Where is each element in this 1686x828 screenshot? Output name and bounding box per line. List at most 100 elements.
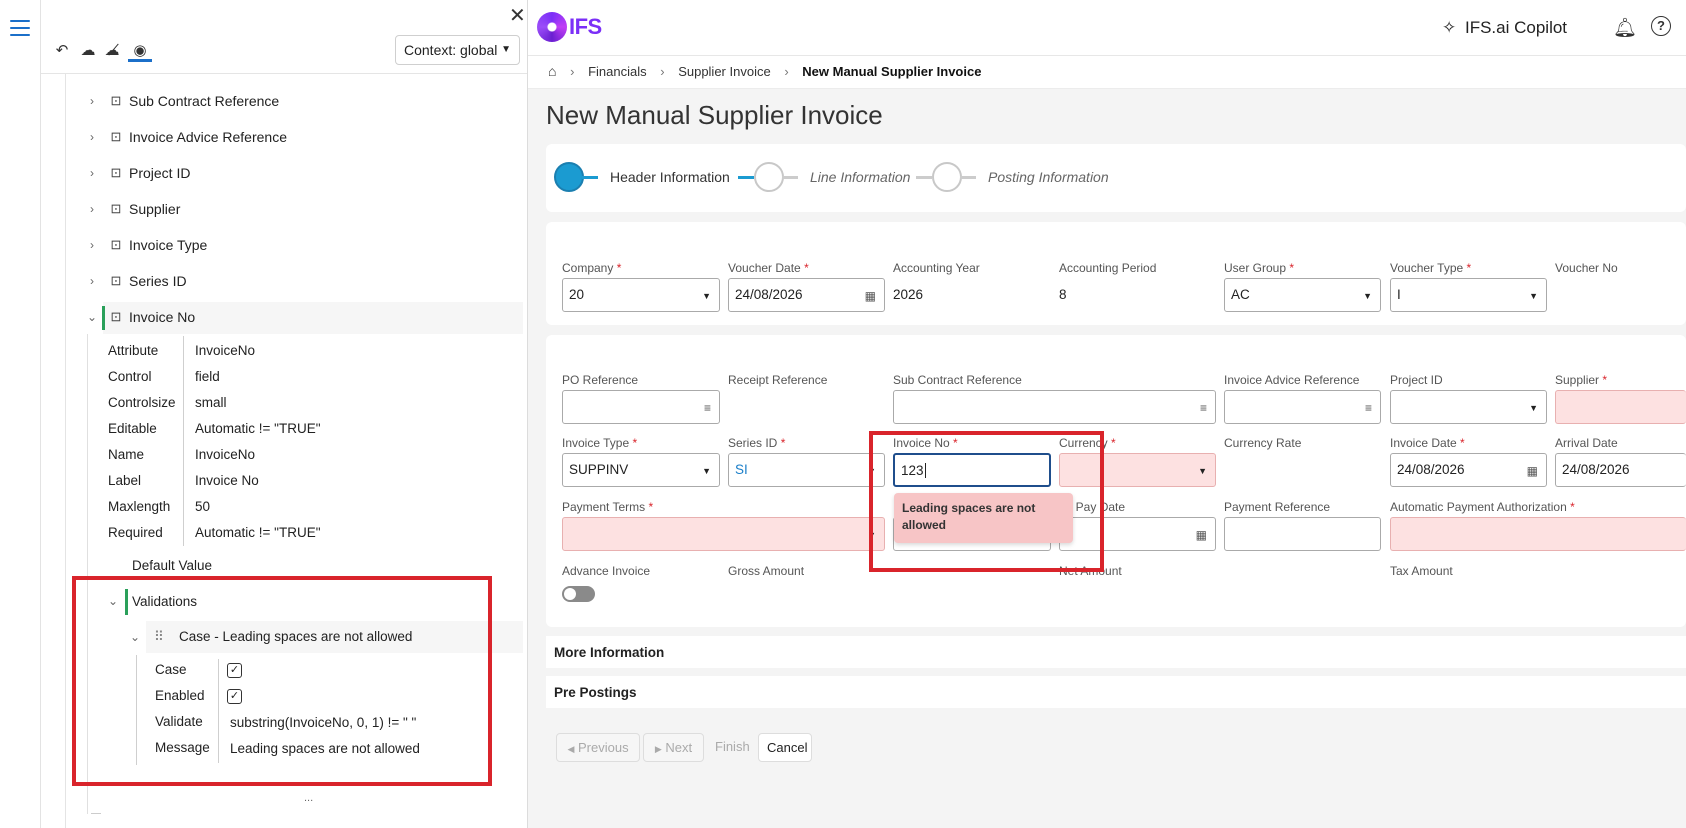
prop-key: Name [108,447,145,462]
step-label[interactable]: Posting Information [988,169,1109,185]
previous-button[interactable]: ◀ Previous [556,733,640,762]
finish-button[interactable]: Finish [707,733,755,762]
cancel-button[interactable]: Cancel [758,733,812,762]
chevron-right-icon: › [90,166,94,180]
field-label: Accounting Period [1059,261,1157,275]
chevron-down-icon: ▼ [1198,466,1207,476]
tree-node[interactable]: › ⊡ Invoice Advice Reference [81,120,287,154]
ifs-logo[interactable]: IFS [537,12,602,42]
invoice-advice-field[interactable]: ≡ [1224,390,1381,424]
project-id-field[interactable]: ▼ [1390,390,1547,424]
advance-invoice-toggle[interactable] [562,586,595,602]
sub-contract-field[interactable]: ≡ [893,390,1216,424]
undo-icon[interactable]: ↶ [51,40,73,62]
field-icon: ⊡ [110,309,122,324]
step-dot[interactable] [754,162,784,192]
next-button[interactable]: ▶ Next [643,733,704,762]
home-icon[interactable]: ⌂ [548,63,556,79]
field-label: Sub Contract Reference [893,373,1022,387]
list-icon[interactable]: ≡ [1365,401,1372,415]
field-value: AC [1231,287,1250,302]
calendar-icon[interactable]: ▦ [1527,464,1538,478]
tree-node[interactable]: › ⊡ Supplier [81,192,180,226]
chevron-down-icon: ▼ [1529,403,1538,413]
step-label[interactable]: Header Information [610,169,730,185]
po-reference-field[interactable]: ≡ [562,390,720,424]
tree-node[interactable]: › ⊡ Series ID [81,264,187,298]
default-value-node[interactable]: Default Value [132,558,212,573]
voucher-type-field[interactable]: I ▼ [1390,278,1547,312]
payment-reference-field[interactable] [1224,517,1381,551]
triangle-right-icon: ▶ [654,744,662,754]
user-group-field[interactable]: AC ▼ [1224,278,1381,312]
prop-value: small [195,395,227,410]
breadcrumb-item[interactable]: Financials [588,64,647,79]
step-dot[interactable] [932,162,962,192]
page-title: New Manual Supplier Invoice [546,100,883,130]
calendar-icon[interactable]: ▦ [1196,528,1207,542]
sparkle-icon: ✧ [1442,18,1457,37]
breadcrumb: ⌂ › Financials › Supplier Invoice › New … [528,56,1686,89]
field-label: Payment Terms * [562,500,654,514]
invoice-type-field[interactable]: SUPPINV ▼ [562,453,720,487]
arrival-date-field[interactable]: 24/08/2026 [1555,453,1686,487]
field-label: Voucher Date * [728,261,809,275]
help-icon[interactable]: ? [1651,16,1671,36]
field-label: Invoice Date * [1390,436,1465,450]
tree-node[interactable]: › ⊡ Invoice Type [81,228,207,262]
step-label[interactable]: Line Information [810,169,910,185]
copilot-button[interactable]: ✧ IFS.ai Copilot [1442,18,1567,38]
field-label: Supplier * [1555,373,1608,387]
field-label: Gross Amount [728,564,805,578]
prop-key: Label [108,473,142,488]
pre-postings-section[interactable]: Pre Postings [546,676,1686,708]
ifs-logo-icon [537,12,567,42]
field-label: Accounting Year [893,261,980,275]
cloud-off-icon[interactable]: ☁̸ [101,40,123,62]
list-icon[interactable]: ≡ [704,401,711,415]
prop-key: Editable [108,421,157,436]
highlight-invoice-no-box [869,431,1104,572]
more-ellipsis[interactable]: ... [304,792,313,804]
breadcrumb-separator: › [784,64,789,79]
step-line [916,176,932,179]
field-value: 20 [569,287,585,302]
field-value: 24/08/2026 [735,287,803,302]
bell-icon[interactable]: 🔔︎ [1613,16,1637,40]
series-id-field[interactable]: SI ▼ [728,453,885,487]
prop-value: InvoiceNo [195,447,256,462]
tree-node[interactable]: › ⊡ Project ID [81,156,190,190]
field-icon: ⊡ [110,237,122,252]
invoice-date-field[interactable]: 24/08/2026 ▦ [1390,453,1547,487]
step-current-dot[interactable] [554,162,584,192]
prop-key: Controlsize [108,395,176,410]
list-icon[interactable]: ≡ [1200,401,1207,415]
step-line [738,176,754,179]
close-icon[interactable]: ✕ [509,6,526,26]
tree-node-label: Invoice Advice Reference [129,129,287,145]
menu-icon[interactable] [10,20,30,36]
tree-node-selected[interactable]: ⌄ ⊡ Invoice No [81,300,195,334]
calendar-icon[interactable]: ▦ [865,289,876,303]
breadcrumb-item[interactable]: Supplier Invoice [678,64,771,79]
cloud-publish-icon[interactable]: ☁ [77,40,99,62]
field-label: Arrival Date [1555,436,1618,450]
step-line [582,176,598,179]
voucher-date-field[interactable]: 24/08/2026 ▦ [728,278,885,312]
context-select[interactable]: Context: global ▼ [395,35,520,65]
more-information-section[interactable]: More Information [546,636,1686,668]
preview-icon[interactable]: ◉ [128,40,152,62]
field-label: Invoice Advice Reference [1224,373,1360,387]
tree-node-label: Project ID [129,165,191,181]
auto-pay-auth-field[interactable] [1390,517,1686,551]
stepper: Header Information Line Information Post… [546,144,1686,212]
tree-guide [65,74,66,828]
tree-node[interactable]: › ⊡ Sub Contract Reference [81,84,279,118]
supplier-field[interactable] [1555,390,1686,424]
chevron-down-icon: ⌄ [86,310,98,324]
chevron-right-icon: › [90,274,94,288]
tree-node-label: Supplier [129,201,181,217]
company-field[interactable]: 20 ▼ [562,278,720,312]
payment-terms-field[interactable]: ▼ [562,517,885,551]
chevron-down-icon: ▼ [501,44,511,55]
